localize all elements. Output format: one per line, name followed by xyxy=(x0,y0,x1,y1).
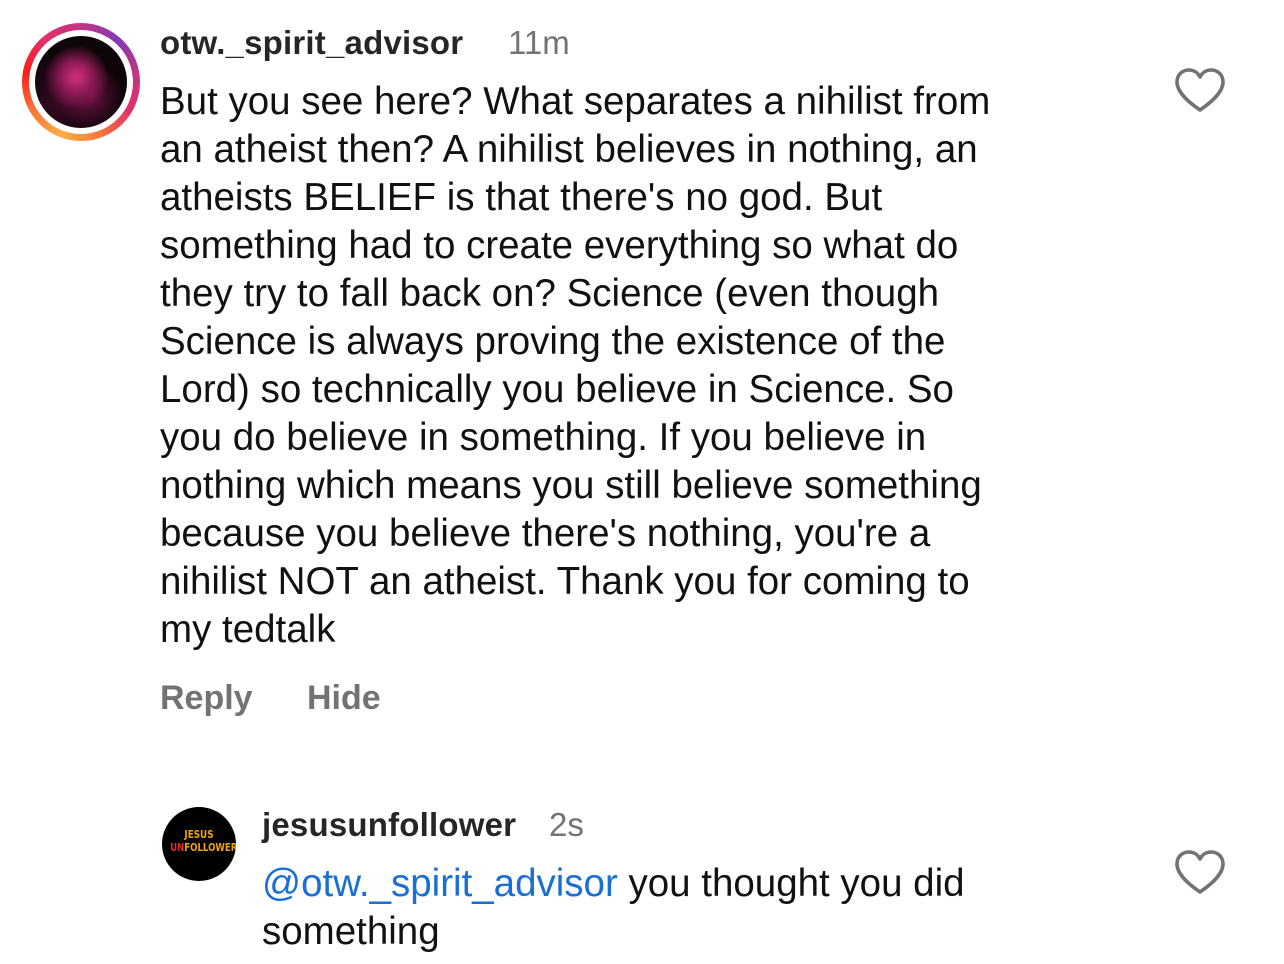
hide-button[interactable]: Hide xyxy=(307,679,381,718)
comment-timestamp: 2s xyxy=(549,806,584,843)
mention-link[interactable]: @otw._spirit_advisor xyxy=(262,862,618,905)
avatar-logo-prefix: UN xyxy=(170,841,185,854)
comment-timestamp: 11m xyxy=(508,24,570,61)
heart-outline-icon[interactable] xyxy=(1174,849,1226,895)
avatar-logo-rest: FOLLOWER xyxy=(184,841,236,854)
avatar-logo-text: JESUS xyxy=(184,828,214,841)
avatar[interactable]: JESUS UNFOLLOWER xyxy=(162,807,236,881)
reply-button[interactable]: Reply xyxy=(160,679,253,718)
comment-username[interactable]: jesusunfollower xyxy=(262,806,516,844)
comment-text: @otw._spirit_advisor you thought you did… xyxy=(262,860,1162,956)
comment-username[interactable]: otw._spirit_advisor xyxy=(160,24,463,62)
story-ring-avatar[interactable] xyxy=(22,23,140,141)
comment-text: But you see here? What separates a nihil… xyxy=(160,80,991,651)
heart-outline-icon[interactable] xyxy=(1174,67,1226,113)
avatar-logo-text-2: UNFOLLOWER xyxy=(170,841,236,854)
avatar xyxy=(35,36,127,128)
comment-item: otw._spirit_advisor 11m But you see here… xyxy=(0,0,1284,760)
